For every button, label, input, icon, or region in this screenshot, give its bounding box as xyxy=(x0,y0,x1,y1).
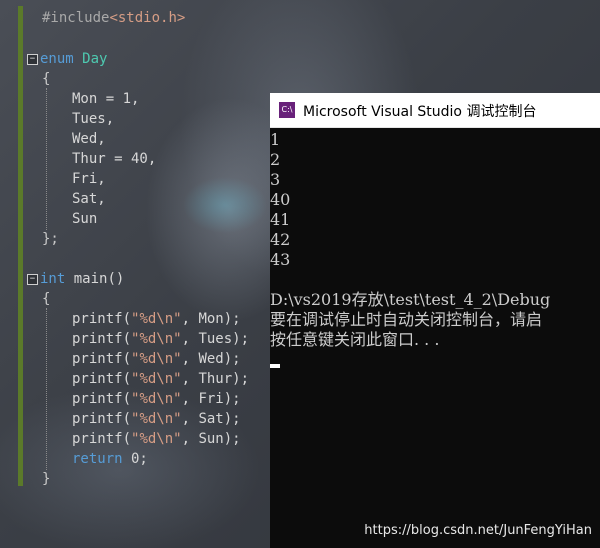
indent-guide xyxy=(46,308,47,470)
change-tracking-bar xyxy=(18,6,23,486)
enum-member[interactable]: Fri, xyxy=(72,169,106,189)
printf-line[interactable]: printf("%d\n", Sat); xyxy=(72,409,241,429)
printf-line[interactable]: printf("%d\n", Sun); xyxy=(72,429,241,449)
int-keyword: int xyxy=(40,271,66,287)
main-declaration-line[interactable]: int main() xyxy=(40,269,124,289)
include-directive: #include xyxy=(42,10,110,26)
indent-guide xyxy=(46,88,47,230)
console-title: Microsoft Visual Studio 调试控制台 xyxy=(303,104,537,120)
printf-line[interactable]: printf("%d\n", Mon); xyxy=(72,309,241,329)
return-keyword: return xyxy=(72,451,123,467)
printf-line[interactable]: printf("%d\n", Thur); xyxy=(72,369,249,389)
include-file: <stdio.h> xyxy=(109,10,186,26)
console-app-icon: C:\ xyxy=(279,102,295,118)
return-value: 0; xyxy=(122,451,148,467)
console-output-line: 41 xyxy=(270,210,291,229)
enum-member[interactable]: Wed, xyxy=(72,129,106,149)
main-close-brace: } xyxy=(42,471,51,487)
console-exit-path: D:\vs2019存放\test\test_4_2\Debug xyxy=(270,290,551,309)
include-line[interactable]: #include<stdio.h> xyxy=(42,8,185,28)
console-output[interactable]: 1 2 3 40 41 42 43 D:\vs2019存放\test\test_… xyxy=(270,130,600,548)
console-output-line: 3 xyxy=(270,170,281,189)
enum-member[interactable]: Sat, xyxy=(72,189,106,209)
return-line[interactable]: return 0; xyxy=(72,449,148,469)
main-signature: main() xyxy=(65,271,125,287)
enum-member[interactable]: Tues, xyxy=(72,109,114,129)
console-output-line: 40 xyxy=(270,190,291,209)
enum-keyword: enum xyxy=(40,51,74,67)
console-output-line: 42 xyxy=(270,230,291,249)
enum-name: Day xyxy=(82,51,108,67)
enum-declaration-line[interactable]: enum Day xyxy=(40,49,107,69)
console-title-bar[interactable]: C:\ Microsoft Visual Studio 调试控制台 xyxy=(270,93,600,128)
console-press-key-prompt: 按任意键关闭此窗口. . . xyxy=(270,330,440,349)
console-cursor xyxy=(270,364,280,368)
enum-member[interactable]: Thur = 40, xyxy=(72,149,156,169)
watermark: https://blog.csdn.net/JunFengYiHan xyxy=(364,523,592,538)
printf-line[interactable]: printf("%d\n", Wed); xyxy=(72,349,241,369)
enum-member[interactable]: Mon = 1, xyxy=(72,89,139,109)
console-output-line: 1 xyxy=(270,130,281,149)
console-output-line: 43 xyxy=(270,250,291,269)
enum-close-brace: }; xyxy=(42,231,59,247)
enum-open-brace: { xyxy=(42,71,51,87)
enum-member[interactable]: Sun xyxy=(72,209,97,229)
console-autoclose-hint: 要在调试停止时自动关闭控制台，请启 xyxy=(270,310,543,329)
fold-toggle-icon[interactable]: − xyxy=(27,54,38,65)
main-open-brace: { xyxy=(42,291,51,307)
fold-toggle-icon[interactable]: − xyxy=(27,274,38,285)
printf-line[interactable]: printf("%d\n", Tues); xyxy=(72,329,249,349)
debug-console-window[interactable]: C:\ Microsoft Visual Studio 调试控制台 1 2 3 … xyxy=(270,93,600,548)
console-output-line: 2 xyxy=(270,150,281,169)
printf-line[interactable]: printf("%d\n", Fri); xyxy=(72,389,241,409)
